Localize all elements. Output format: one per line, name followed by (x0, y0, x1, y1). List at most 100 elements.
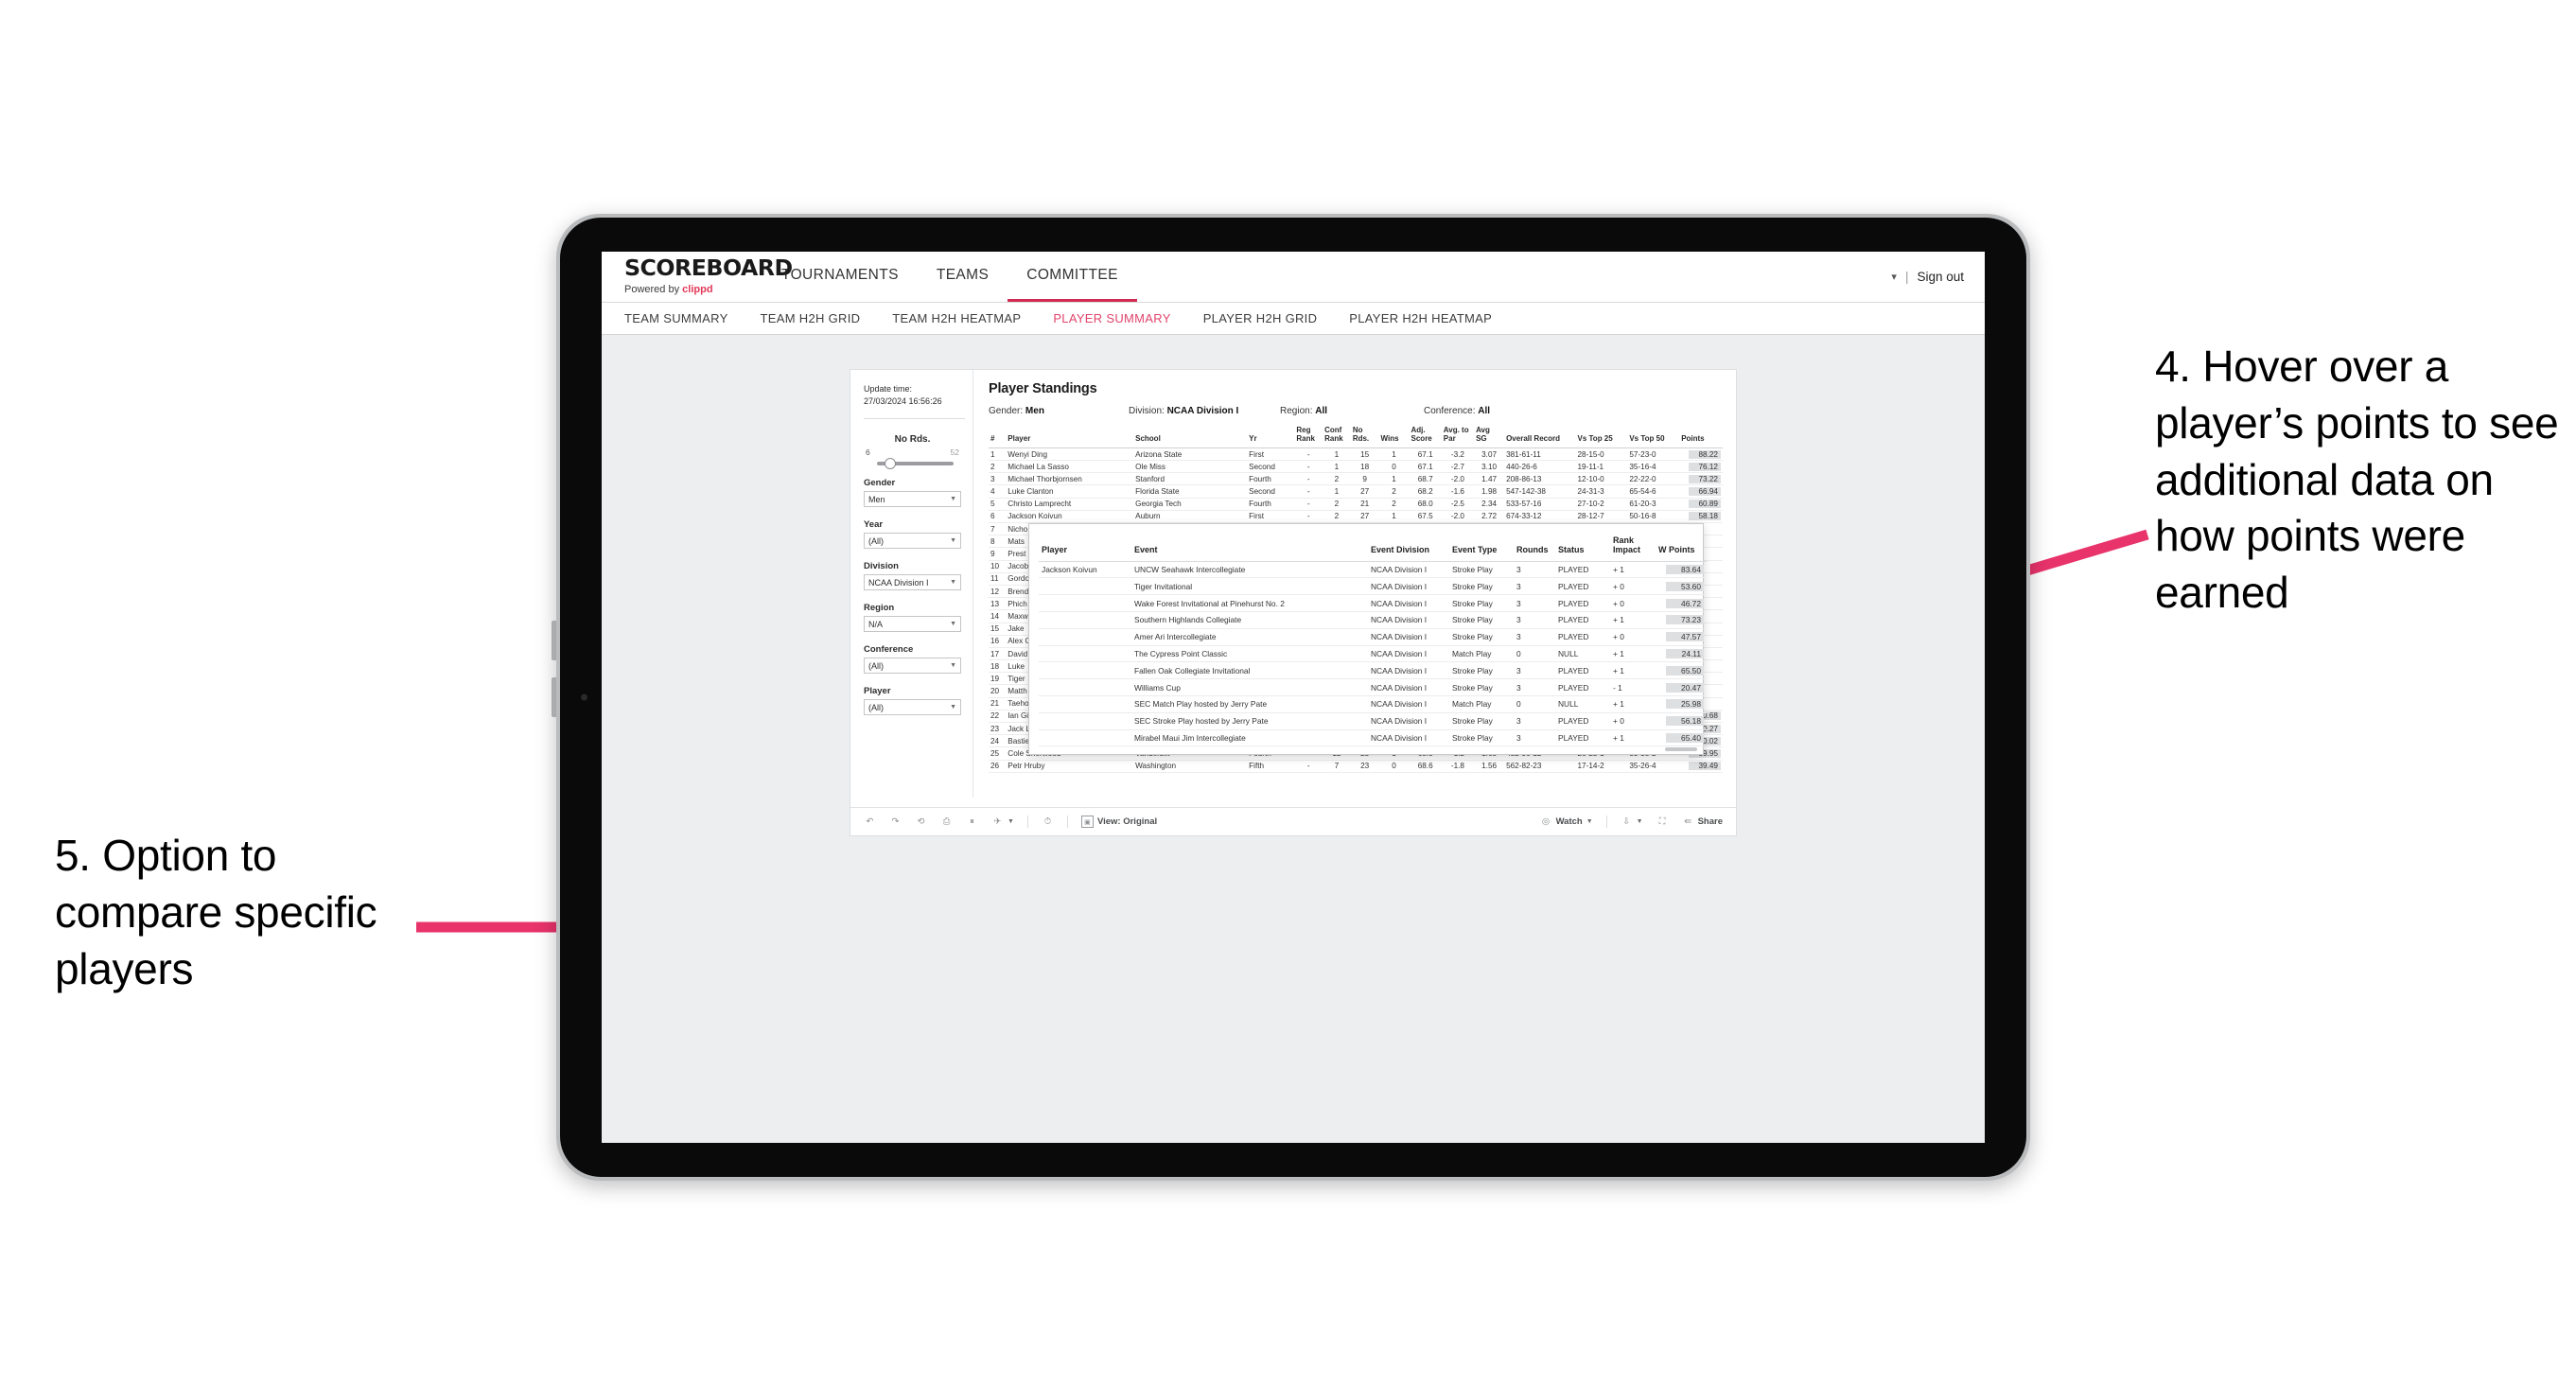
table-row[interactable]: 6 Jackson Koivun Auburn First -2 27 1 67.5 -2.0 2… (989, 510, 1723, 524)
pause-updates-icon[interactable]: ⏸ (966, 816, 978, 828)
col-vs-top-50[interactable]: Vs Top 50 (1627, 425, 1680, 448)
meta-conference-label: Conference: (1424, 406, 1476, 416)
filter-player: Player (All) ▼ (864, 686, 973, 716)
cell-reg-rank: - (1294, 760, 1323, 773)
table-row[interactable]: 5 Christo Lamprecht Georgia Tech Fourth -2 21… (989, 498, 1723, 511)
col-yr[interactable]: Yr (1247, 425, 1295, 448)
filter-player-select[interactable]: (All) ▼ (864, 699, 961, 716)
watch-button[interactable]: ◎ Watch ▼ (1540, 816, 1593, 828)
subnav-team-summary[interactable]: TEAM SUMMARY (624, 311, 728, 325)
filter-year-select[interactable]: (All) ▼ (864, 533, 961, 550)
subnav-player-h2h-grid[interactable]: PLAYER H2H GRID (1203, 311, 1318, 325)
tt-cell-rounds: 0 (1514, 695, 1555, 713)
tooltip-row: Tiger Invitational NCAA Division I Stroke … (1039, 577, 1707, 596)
tt-cell-player (1039, 695, 1131, 713)
tablet-volume-button-up[interactable] (552, 621, 556, 660)
view-original-button[interactable]: ▣ View: Original (1080, 816, 1157, 828)
refresh-icon[interactable]: ⎙ (940, 816, 953, 828)
w-points-value: 53.60 (1666, 581, 1704, 591)
tooltip-scrollbar[interactable] (1665, 747, 1697, 752)
tt-cell-rounds: 3 (1514, 577, 1555, 596)
tablet-volume-button-down[interactable] (552, 677, 556, 717)
points-value[interactable]: 66.94 (1689, 487, 1721, 497)
points-value[interactable]: 39.49 (1689, 762, 1721, 771)
no-rounds-slider[interactable]: No Rds. 6 52 (864, 434, 973, 470)
cell-avg-sg: 2.72 (1474, 510, 1505, 524)
tt-cell-event-type: Stroke Play (1449, 712, 1514, 730)
app-logo[interactable]: SCOREBOARD Powered by clippd (602, 252, 793, 302)
tt-cell-rank-impact: + 1 (1610, 729, 1656, 747)
slider-handle[interactable] (885, 458, 897, 470)
share-button[interactable]: ⇚ Share (1682, 816, 1723, 828)
filter-gender-select[interactable]: Men ▼ (864, 491, 961, 508)
history-icon[interactable]: ⏱ (1042, 816, 1054, 828)
col-adj-score[interactable]: Adj. Score (1409, 425, 1442, 448)
points-value[interactable]: 60.89 (1689, 500, 1721, 509)
filter-conference-select[interactable]: (All) ▼ (864, 658, 961, 675)
revert-icon[interactable]: ⟲ (915, 816, 927, 828)
w-points-value: 20.47 (1666, 682, 1704, 693)
standings-meta: Gender: Men Division: NCAA Division I Re… (989, 406, 1723, 416)
filter-region-select[interactable]: N/A ▼ (864, 616, 961, 633)
tt-cell-player: Jackson Koivun (1039, 561, 1131, 579)
redo-icon[interactable]: ↷ (889, 816, 902, 828)
cell-points: 76.12 (1679, 460, 1723, 474)
table-row[interactable]: 4 Luke Clanton Florida State Second -1 27 2 68.… (989, 484, 1723, 499)
cell-index: 2 (989, 460, 1007, 474)
col-no-rds[interactable]: No Rds. (1350, 425, 1379, 448)
points-value[interactable]: 76.12 (1689, 462, 1721, 471)
toolbar-right-group: ◎ Watch ▼ ⇩ ▼ ⛶ ⇚ Share (1540, 816, 1723, 828)
cell-reg-rank: - (1294, 472, 1323, 486)
cell-index: 23 (989, 722, 1007, 736)
meta-region: Region: All (1280, 406, 1424, 416)
col-points[interactable]: Points (1679, 425, 1723, 448)
col-avg-sg[interactable]: Avg SG (1474, 425, 1505, 448)
subnav-team-h2h-grid[interactable]: TEAM H2H GRID (761, 311, 861, 325)
cell-index: 17 (989, 647, 1007, 661)
slider-track[interactable] (877, 458, 954, 470)
tooltip-table: Player Event Event Division Event Type R… (1039, 534, 1707, 747)
table-row[interactable]: 26 Petr Hruby Washington Fifth -7 23 0 68.6 -1.8… (989, 760, 1723, 773)
col-player[interactable]: Player (1006, 425, 1134, 448)
fullscreen-icon[interactable]: ⛶ (1656, 816, 1669, 828)
annotation-left: 5. Option to compare specific players (55, 831, 377, 993)
points-value[interactable]: 88.22 (1689, 449, 1721, 459)
table-row[interactable]: 2 Michael La Sasso Ole Miss Second -1 18 0 67.1… (989, 460, 1723, 474)
table-row[interactable]: 1 Wenyi Ding Arizona State First -1 15 1 67.1 -3… (989, 447, 1723, 462)
sign-out-link[interactable]: Sign out (1917, 270, 1964, 284)
tt-col-event: Event (1131, 534, 1368, 562)
subnav-team-h2h-heatmap[interactable]: TEAM H2H HEATMAP (892, 311, 1021, 325)
cell-reg-rank: - (1294, 484, 1323, 499)
cell-index: 7 (989, 522, 1007, 536)
col-reg-rank[interactable]: Reg Rank (1294, 425, 1323, 448)
col-school[interactable]: School (1133, 425, 1248, 448)
cell-points: 73.22 (1679, 472, 1723, 486)
points-value[interactable]: 73.22 (1689, 474, 1721, 483)
tooltip-body: Jackson Koivun UNCW Seahawk Intercollegia… (1039, 561, 1707, 747)
cell-index: 3 (989, 472, 1007, 486)
filter-year-label: Year (864, 519, 884, 531)
col-conf-rank[interactable]: Conf Rank (1323, 425, 1351, 448)
undo-icon[interactable]: ↶ (864, 816, 876, 828)
alert-dropdown[interactable]: ✈ ▼ (991, 816, 1014, 828)
points-value[interactable]: 58.18 (1689, 512, 1721, 521)
subnav-player-summary[interactable]: PLAYER SUMMARY (1053, 311, 1170, 325)
table-row[interactable]: 3 Michael Thorbjornsen Stanford Fourth -2 9 1 6… (989, 472, 1723, 486)
col-vs-top-25[interactable]: Vs Top 25 (1575, 425, 1628, 448)
meta-gender-label: Gender: (989, 406, 1024, 416)
tt-cell-event-division: NCAA Division I (1368, 628, 1449, 646)
col-index[interactable]: # (989, 425, 1007, 448)
chevron-down-icon: ▼ (1008, 818, 1014, 825)
col-overall-record[interactable]: Overall Record (1504, 425, 1576, 448)
nav-item-teams[interactable]: TEAMS (918, 252, 1008, 302)
tt-cell-rounds: 3 (1514, 611, 1555, 629)
col-wins[interactable]: Wins (1378, 425, 1410, 448)
col-avg-to-par[interactable]: Avg. to Par (1441, 425, 1475, 448)
subnav-player-h2h-heatmap[interactable]: PLAYER H2H HEATMAP (1349, 311, 1492, 325)
tt-cell-rank-impact: + 0 (1610, 594, 1656, 613)
nav-item-committee[interactable]: COMMITTEE (1008, 252, 1137, 302)
user-icon[interactable]: ▾ (1891, 271, 1897, 283)
download-button[interactable]: ⇩ ▼ (1621, 816, 1642, 828)
filter-year: Year (All) ▼ (864, 519, 973, 550)
filter-division-select[interactable]: NCAA Division I ▼ (864, 574, 961, 591)
